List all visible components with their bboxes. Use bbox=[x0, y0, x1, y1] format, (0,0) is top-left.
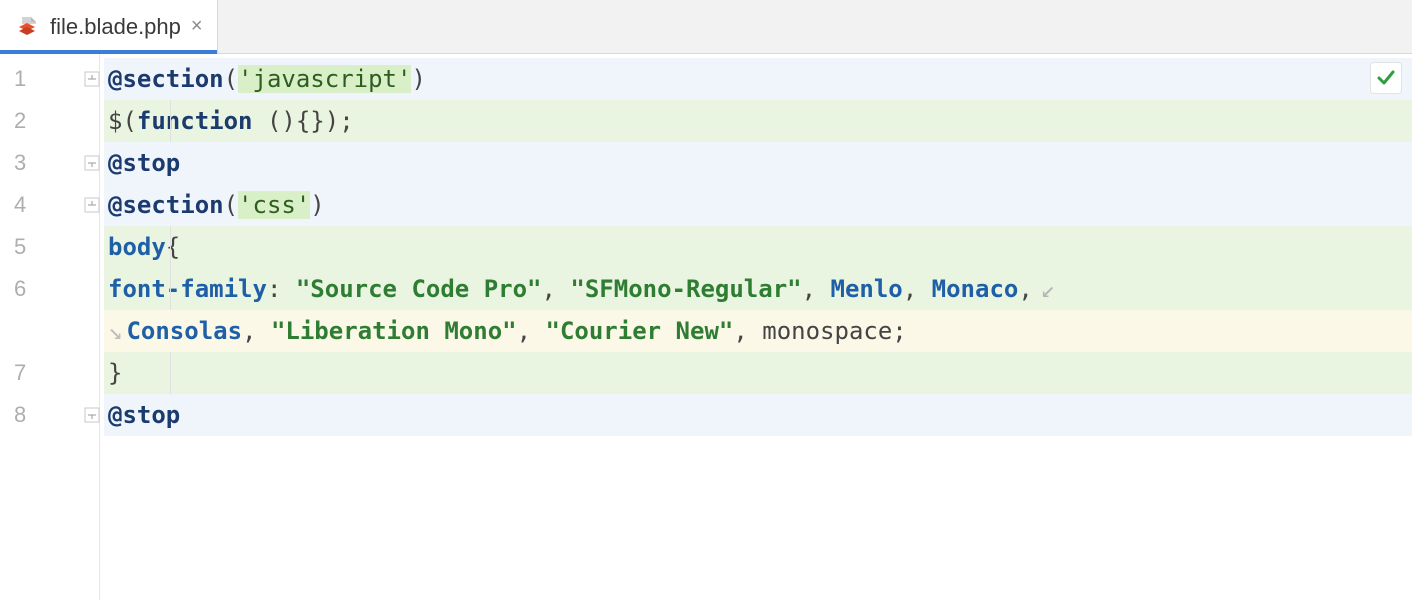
inspection-ok-icon[interactable] bbox=[1370, 62, 1402, 94]
editor-root: file.blade.php × 1 2 3 4 5 6 7 8 bbox=[0, 0, 1412, 600]
soft-wrap-icon: ↙ bbox=[1041, 275, 1055, 303]
gutter-line[interactable]: 6 bbox=[0, 268, 99, 310]
gutter-line[interactable]: 1 bbox=[0, 58, 99, 100]
gutter-line-wrap bbox=[0, 310, 99, 352]
fold-collapse-icon[interactable] bbox=[84, 197, 100, 213]
code-line[interactable]: font-family: "Source Code Pro", "SFMono-… bbox=[104, 268, 1412, 310]
gutter-line[interactable]: 2 bbox=[0, 100, 99, 142]
file-tab[interactable]: file.blade.php × bbox=[0, 0, 218, 53]
code-line-wrapped[interactable]: ↘Consolas, "Liberation Mono", "Courier N… bbox=[104, 310, 1412, 352]
fold-collapse-icon[interactable] bbox=[84, 71, 100, 87]
blade-file-icon bbox=[16, 15, 40, 39]
code-line[interactable]: @stop bbox=[104, 394, 1412, 436]
indent-guide bbox=[170, 268, 171, 310]
code-line[interactable]: } bbox=[104, 352, 1412, 394]
indent-guide bbox=[170, 226, 171, 268]
code-line[interactable]: @stop bbox=[104, 142, 1412, 184]
gutter-line[interactable]: 4 bbox=[0, 184, 99, 226]
gutter-line[interactable]: 3 bbox=[0, 142, 99, 184]
code-line[interactable]: body{ bbox=[104, 226, 1412, 268]
code-line[interactable]: @section('javascript') bbox=[104, 58, 1412, 100]
code-area[interactable]: @section('javascript') $(function (){});… bbox=[100, 54, 1412, 600]
close-tab-icon[interactable]: × bbox=[191, 15, 203, 38]
indent-guide bbox=[170, 352, 171, 394]
gutter-line[interactable]: 5 bbox=[0, 226, 99, 268]
fold-end-icon[interactable] bbox=[84, 155, 100, 171]
gutter-line[interactable]: 7 bbox=[0, 352, 99, 394]
tab-bar: file.blade.php × bbox=[0, 0, 1412, 54]
code-line[interactable]: @section('css') bbox=[104, 184, 1412, 226]
tab-filename: file.blade.php bbox=[50, 14, 181, 40]
soft-wrap-continuation-icon: ↘ bbox=[108, 317, 122, 345]
code-line[interactable]: $(function (){}); bbox=[104, 100, 1412, 142]
gutter-line[interactable]: 8 bbox=[0, 394, 99, 436]
indent-guide bbox=[170, 100, 171, 142]
gutter: 1 2 3 4 5 6 7 8 bbox=[0, 54, 100, 600]
fold-end-icon[interactable] bbox=[84, 407, 100, 423]
editor-area: 1 2 3 4 5 6 7 8 @section('javascript') bbox=[0, 54, 1412, 600]
